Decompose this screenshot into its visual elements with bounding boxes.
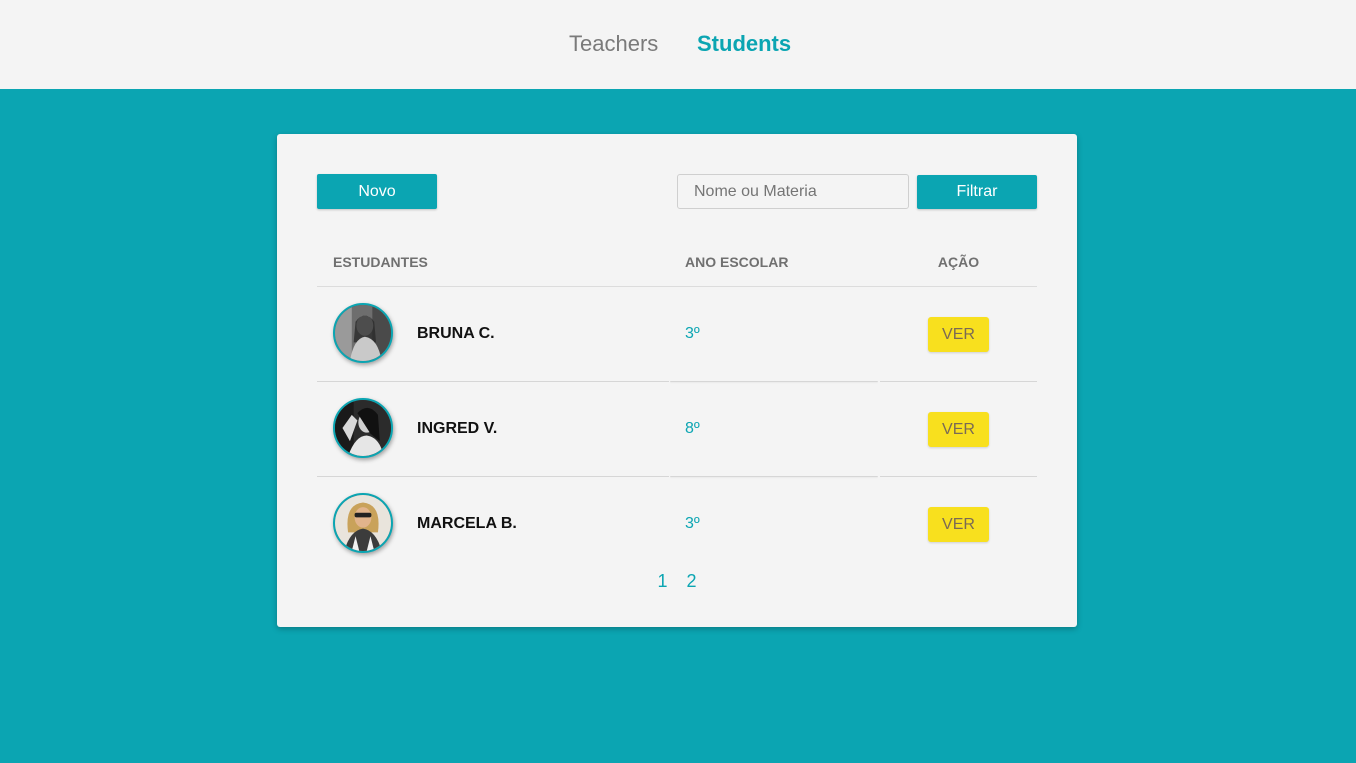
view-student-button[interactable]: VER [928,507,989,542]
student-avatar [333,398,393,458]
column-header-action: AÇÃO [937,254,980,270]
student-name: INGRED V. [417,420,498,437]
search-input[interactable] [677,174,909,209]
portrait-image [335,495,391,551]
student-avatar [333,493,393,553]
page-link-2[interactable]: 2 [687,571,697,592]
student-name: BRUNA C. [417,325,495,342]
portrait-image [335,305,391,361]
filter-button[interactable]: Filtrar [917,175,1037,209]
nav-link-students[interactable]: Students [697,30,791,58]
student-year: 3º [685,325,700,342]
table-row: BRUNA C. 3º VER [317,287,1037,382]
view-student-button[interactable]: VER [928,317,989,352]
student-avatar [333,303,393,363]
portrait-image [335,400,391,456]
table-row: INGRED V. 8º VER [317,382,1037,477]
top-navigation: Teachers Students [0,0,1356,89]
student-year: 3º [685,515,700,532]
student-name: MARCELA B. [417,515,517,532]
students-card: Novo Filtrar ESTUDANTES ANO ESCOLAR AÇÃO… [277,134,1077,627]
pagination: 1 2 [277,571,1077,592]
student-year: 8º [685,420,700,437]
new-student-button[interactable]: Novo [317,174,437,209]
column-header-year: ANO ESCOLAR [685,254,789,270]
view-student-button[interactable]: VER [928,412,989,447]
column-header-students: ESTUDANTES [333,254,428,270]
table-row: MARCELA B. 3º VER [317,477,1037,567]
page-link-1[interactable]: 1 [657,571,667,592]
nav-link-teachers[interactable]: Teachers [569,30,658,58]
